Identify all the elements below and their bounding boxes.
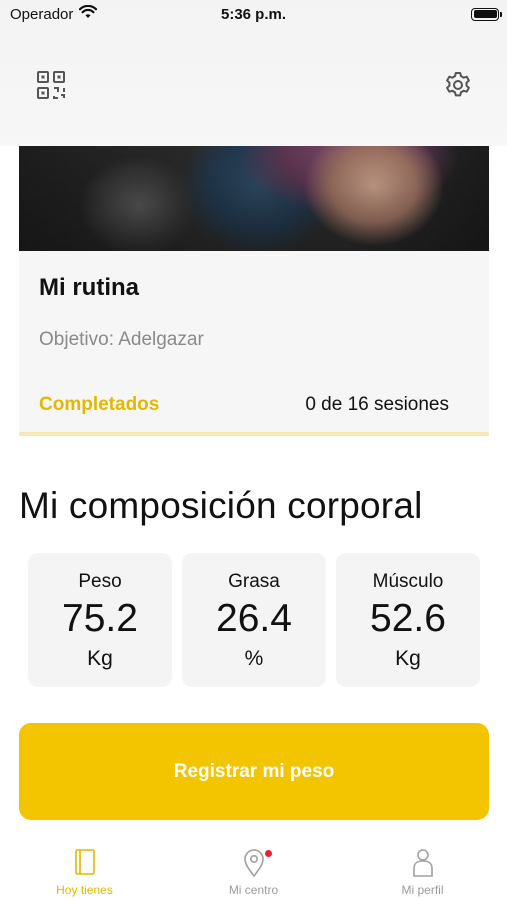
metric-value: 52.6 bbox=[370, 597, 446, 640]
qr-code-icon[interactable] bbox=[36, 70, 66, 100]
tab-mi-centro[interactable]: Mi centro bbox=[169, 836, 338, 900]
metric-label: Músculo bbox=[372, 571, 444, 592]
tab-label: Mi centro bbox=[228, 883, 279, 897]
routine-title: Mi rutina bbox=[39, 274, 139, 301]
metric-label: Grasa bbox=[228, 571, 280, 592]
composition-title: Mi composición corporal bbox=[19, 485, 423, 526]
tab-label: Hoy tienes bbox=[56, 883, 113, 897]
routine-sessions-count: 0 de 16 sesiones bbox=[305, 394, 449, 415]
metric-card-muscle: Músculo 52.6 Kg bbox=[336, 553, 480, 687]
person-icon bbox=[412, 848, 434, 883]
book-icon bbox=[73, 848, 97, 881]
tab-bar: Hoy tienes Mi centro Mi perfil bbox=[0, 836, 507, 900]
tab-hoy-tienes[interactable]: Hoy tienes bbox=[0, 836, 169, 900]
tab-label: Mi perfil bbox=[401, 883, 444, 897]
battery-icon bbox=[471, 7, 502, 21]
metric-label: Peso bbox=[78, 571, 122, 592]
status-bar: Operador 5:36 p.m. bbox=[0, 0, 507, 28]
metric-card-fat: Grasa 26.4 % bbox=[182, 553, 326, 687]
metric-unit: Kg bbox=[87, 647, 113, 670]
routine-hero-image bbox=[19, 146, 489, 251]
location-pin-icon bbox=[243, 848, 265, 883]
register-weight-button[interactable]: Registrar mi peso bbox=[19, 723, 489, 820]
metric-value: 26.4 bbox=[216, 597, 292, 640]
notification-dot bbox=[265, 850, 272, 857]
metric-card-weight: Peso 75.2 Kg bbox=[28, 553, 172, 687]
metric-unit: % bbox=[244, 647, 264, 670]
gear-icon[interactable] bbox=[443, 70, 473, 100]
routine-progress-bar bbox=[19, 432, 489, 436]
metric-value: 75.2 bbox=[62, 597, 138, 640]
routine-completed-label: Completados bbox=[39, 394, 160, 415]
wifi-icon bbox=[79, 4, 98, 23]
carrier-label: Operador bbox=[10, 5, 74, 23]
tab-mi-perfil[interactable]: Mi perfil bbox=[338, 836, 507, 900]
metric-unit: Kg bbox=[395, 647, 421, 670]
routine-goal: Objetivo: Adelgazar bbox=[39, 329, 204, 350]
routine-card[interactable]: Mi rutina Objetivo: Adelgazar Completado… bbox=[19, 146, 489, 436]
